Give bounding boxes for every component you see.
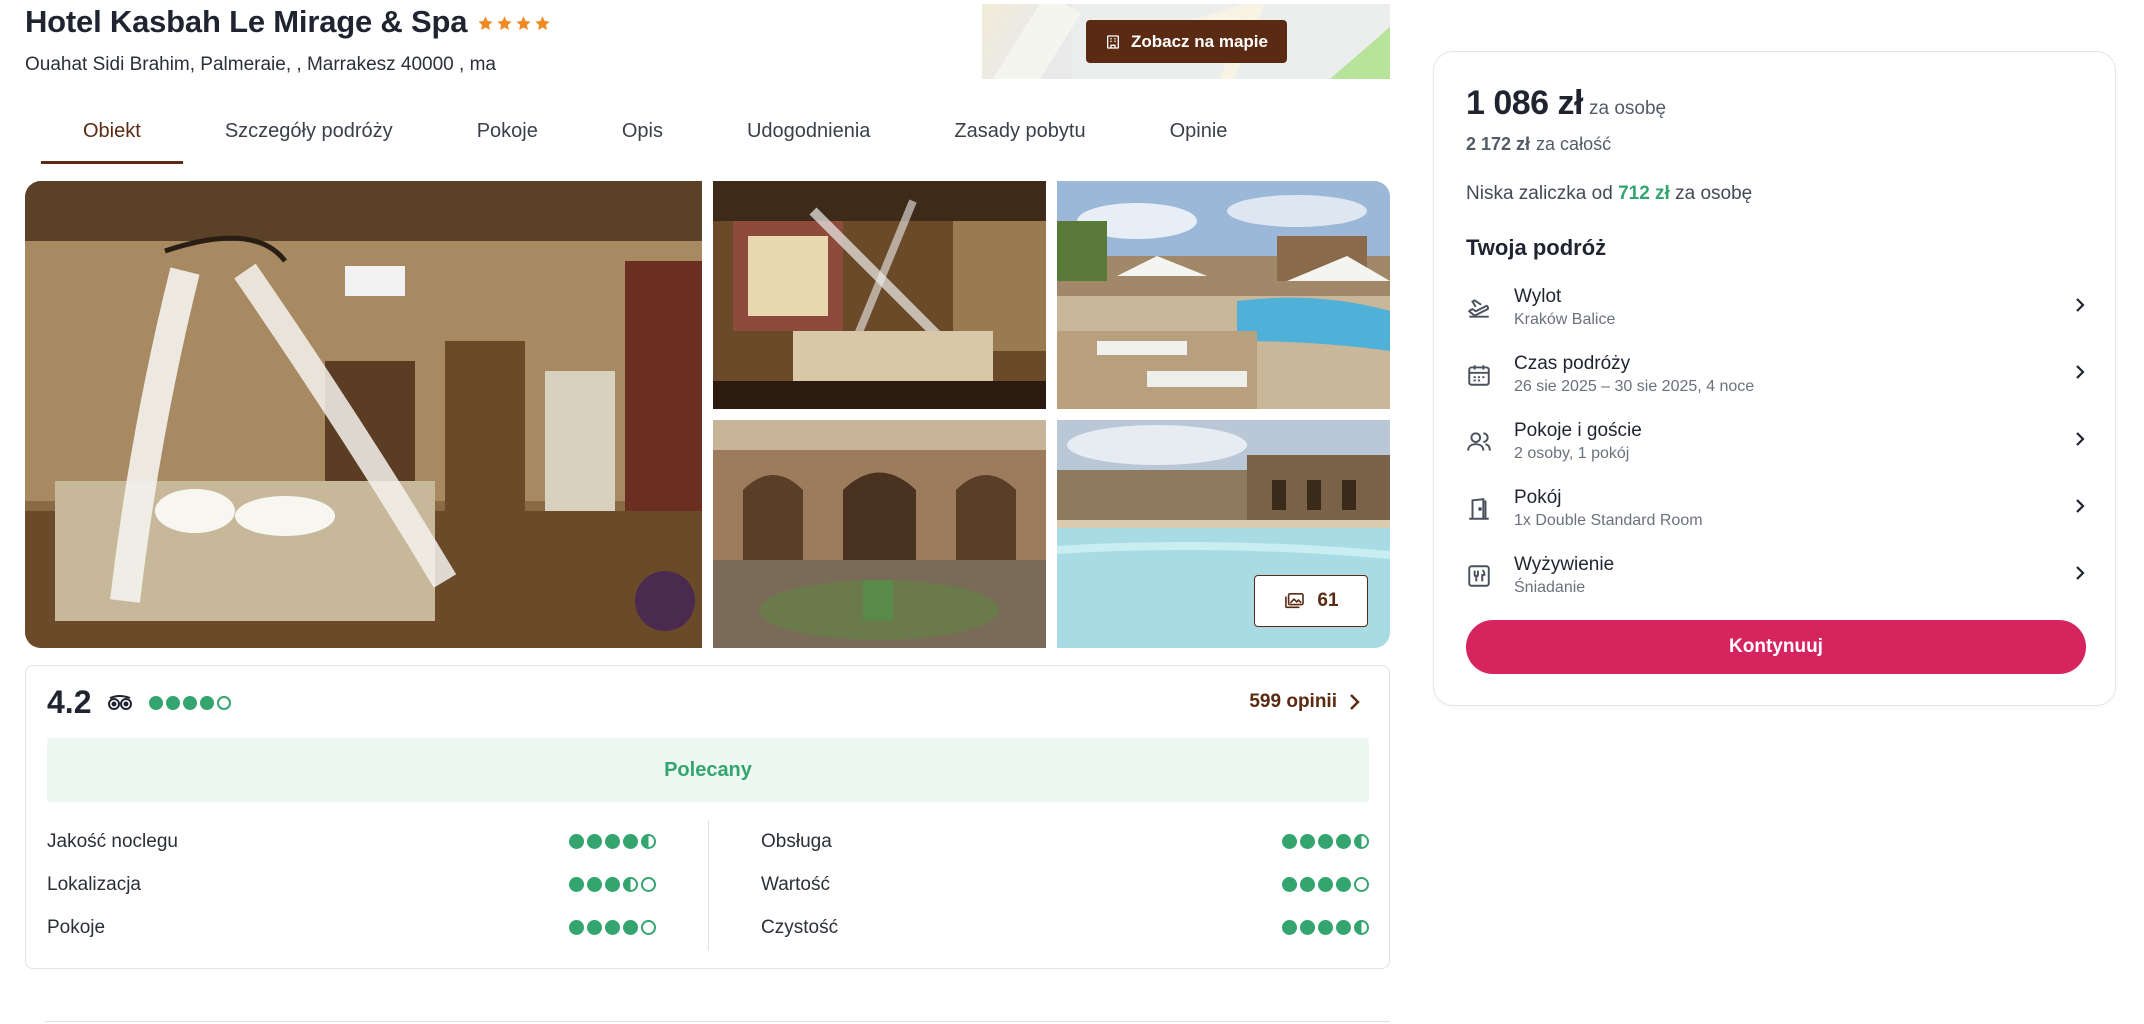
rating-row: Jakość noclegu: [47, 820, 656, 863]
trip-item-value: 2 osoby, 1 pokój: [1514, 445, 1630, 462]
rating-categories: Jakość noclegu Lokalizacja Pokoje Obsług…: [47, 820, 1369, 950]
rating-bubbles: [1282, 920, 1369, 935]
trip-item-room[interactable]: Pokój 1x Double Standard Room: [1466, 475, 2086, 542]
calendar-icon: [1468, 364, 1490, 386]
trip-item-label: Wylot: [1514, 286, 1562, 307]
rating-label: Obsługa: [761, 830, 832, 852]
all-photos-button[interactable]: 61: [1254, 575, 1368, 627]
star-icon: [535, 15, 550, 30]
trip-title: Twoja podróż: [1466, 235, 1607, 260]
door-icon: [1469, 497, 1489, 520]
rating-label: Czystość: [761, 916, 839, 938]
trip-item-value: 1x Double Standard Room: [1514, 512, 1703, 529]
star-icon: [497, 15, 512, 30]
trip-item-value: Kraków Balice: [1514, 311, 1616, 328]
section-divider: [45, 1021, 1390, 1022]
rating-categories-left: Jakość noclegu Lokalizacja Pokoje: [47, 820, 708, 950]
rating-label: Wartość: [761, 873, 830, 895]
rating-header: 4.2: [47, 684, 232, 721]
tripadvisor-icon: [108, 694, 133, 710]
gallery-photo-courtyard[interactable]: [713, 420, 1046, 648]
hotel-name: Hotel Kasbah Le Mirage & Spa: [25, 4, 468, 39]
rating-row: Obsługa: [761, 820, 1369, 863]
trip-item-dates[interactable]: Czas podróży 26 sie 2025 – 30 sie 2025, …: [1466, 341, 2086, 408]
trip-item-label: Czas podróży: [1514, 353, 1631, 374]
deposit-amount: 712 zł: [1618, 183, 1670, 204]
trip-details-list: Wylot Kraków Balice Czas podróży 26 sie …: [1466, 274, 2086, 609]
trip-item-value: Śniadanie: [1514, 579, 1586, 596]
plane-departure-icon: [1467, 298, 1489, 318]
chevron-right-icon: [2076, 499, 2085, 513]
tab-opinie[interactable]: Opinie: [1128, 108, 1270, 164]
price-amount: 1 086 zł: [1466, 84, 1583, 122]
trip-item-value: 26 sie 2025 – 30 sie 2025, 4 noce: [1514, 378, 1755, 395]
overall-rating-bubbles: [149, 695, 232, 710]
rating-bubbles: [569, 834, 656, 849]
deposit-info: Niska zaliczka od 712 zł za osobę: [1466, 183, 1753, 204]
chevron-right-icon: [2076, 365, 2085, 379]
total-amount: 2 172 zł: [1466, 134, 1531, 154]
rating-bubbles: [569, 877, 656, 892]
rating-label: Lokalizacja: [47, 873, 141, 895]
price-per-person: 1 086 zł za osobę: [1466, 84, 1666, 123]
price-total: 2 172 zł za całość: [1466, 134, 1611, 155]
trip-item-label: Wyżywienie: [1514, 554, 1615, 575]
gallery-photo-twin-room[interactable]: [713, 181, 1046, 409]
rating-categories-right: Obsługa Wartość Czystość: [708, 820, 1369, 950]
rating-row: Pokoje: [47, 906, 656, 949]
rating-bubbles: [1282, 877, 1369, 892]
gallery-photo-pool-terrace[interactable]: [1057, 181, 1390, 409]
chevron-right-icon: [1350, 694, 1360, 710]
rating-row: Lokalizacja: [47, 863, 656, 906]
trip-item-label: Pokój: [1514, 487, 1562, 508]
rating-label: Pokoje: [47, 916, 106, 938]
reviews-count: 599 opinii: [1249, 691, 1337, 712]
recommended-badge: Polecany: [47, 738, 1369, 802]
section-tabs: Obiekt Szczegóły podróży Pokoje Opis Udo…: [41, 108, 1269, 164]
continue-button[interactable]: Kontynuuj: [1466, 620, 2086, 674]
tab-szczegoly-podrozy[interactable]: Szczegóły podróży: [183, 108, 435, 164]
rating-row: Wartość: [761, 863, 1369, 906]
tab-pokoje[interactable]: Pokoje: [435, 108, 580, 164]
star-icon: [516, 15, 531, 30]
hotel-address: Ouahat Sidi Brahim, Palmeraie, , Marrake…: [25, 54, 496, 75]
cutlery-icon: [1468, 564, 1490, 587]
trip-item-departure[interactable]: Wylot Kraków Balice: [1466, 274, 2086, 341]
guests-icon: [1467, 431, 1491, 451]
show-on-map-button[interactable]: Zobacz na mapie: [1086, 20, 1287, 63]
chevron-right-icon: [2076, 432, 2085, 446]
tab-opis[interactable]: Opis: [580, 108, 705, 164]
photos-icon: [1285, 592, 1305, 609]
price-unit: za osobę: [1588, 98, 1667, 119]
reviews-summary: 4.2 599 opinii Polecany Jakość noclegu L…: [25, 665, 1390, 969]
rating-bubbles: [1282, 834, 1369, 849]
gallery-photo-bedroom[interactable]: [25, 181, 702, 648]
rating-bubbles: [569, 920, 656, 935]
show-on-map-label: Zobacz na mapie: [1131, 31, 1268, 51]
building-icon: [1107, 34, 1119, 49]
total-unit: za całość: [1536, 134, 1612, 154]
photo-gallery: 61: [25, 181, 1390, 648]
all-reviews-link[interactable]: 599 opinii: [1249, 691, 1361, 713]
chevron-right-icon: [2076, 298, 2085, 312]
tab-obiekt[interactable]: Obiekt: [41, 108, 183, 164]
trip-item-label: Pokoje i goście: [1514, 420, 1642, 441]
rating-label: Jakość noclegu: [47, 830, 178, 852]
hotel-stars: [477, 13, 551, 32]
chevron-right-icon: [2076, 566, 2085, 580]
rating-row: Czystość: [761, 906, 1369, 949]
hotel-header: Hotel Kasbah Le Mirage & Spa: [25, 4, 551, 40]
star-icon: [478, 15, 493, 30]
photo-count: 61: [1317, 590, 1339, 611]
booking-card: 1 086 zł za osobę 2 172 zł za całość Nis…: [1433, 51, 2116, 706]
trip-item-board[interactable]: Wyżywienie Śniadanie: [1466, 542, 2086, 609]
rating-score: 4.2: [47, 684, 92, 720]
trip-item-guests[interactable]: Pokoje i goście 2 osoby, 1 pokój: [1466, 408, 2086, 475]
tab-udogodnienia[interactable]: Udogodnienia: [705, 108, 912, 164]
tab-zasady-pobytu[interactable]: Zasady pobytu: [912, 108, 1127, 164]
